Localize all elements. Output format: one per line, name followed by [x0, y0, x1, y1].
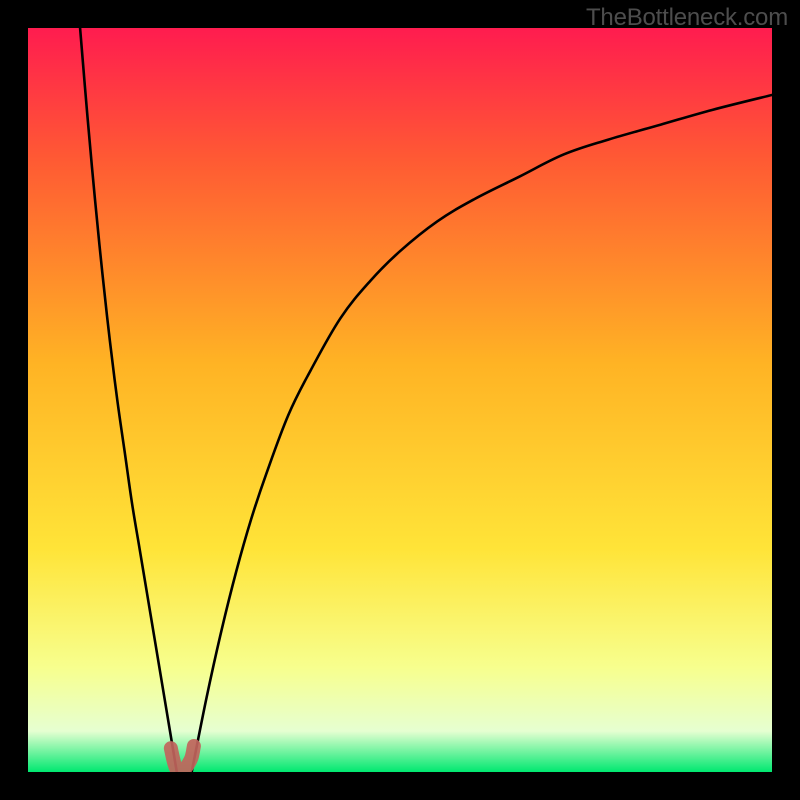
chart-frame: TheBottleneck.com — [0, 0, 800, 800]
bottleneck-chart — [28, 28, 772, 772]
attribution-text: TheBottleneck.com — [586, 4, 788, 32]
chart-background — [28, 28, 772, 772]
